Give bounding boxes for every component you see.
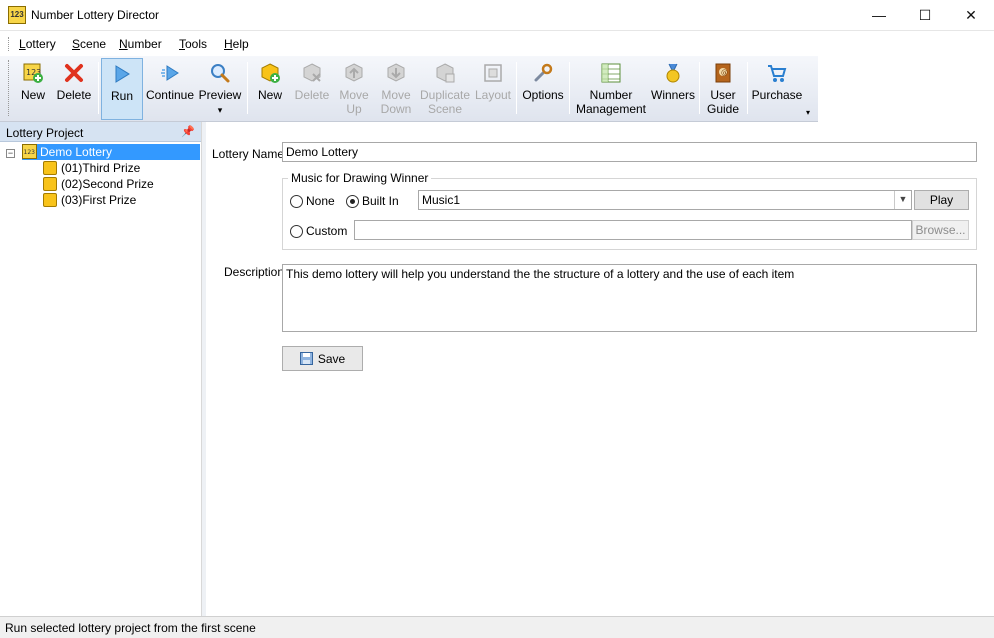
lottery-icon: 123: [22, 144, 37, 159]
new-lottery-button[interactable]: 123 New: [16, 58, 50, 120]
menu-help[interactable]: Help: [224, 37, 249, 51]
lottery-project-panel: Lottery Project 📌 − 123 Demo Lottery (01)…: [0, 122, 202, 616]
tree-item-scene[interactable]: (03)First Prize: [43, 192, 136, 208]
radio-built-in-circle[interactable]: [346, 194, 359, 208]
menu-tools[interactable]: Tools: [179, 37, 207, 51]
continue-icon: [161, 65, 179, 81]
music-group-title: Music for Drawing Winner: [288, 171, 432, 185]
svg-text:123: 123: [24, 149, 36, 156]
toolbar-separator: [516, 62, 517, 114]
tree-item-demo-lottery[interactable]: 123 Demo Lottery: [22, 144, 200, 160]
app-icon: 123: [8, 6, 26, 24]
move-up-icon: [345, 63, 363, 82]
preview-dropdown-arrow[interactable]: ▾: [218, 105, 223, 115]
pin-icon[interactable]: 📌: [181, 125, 195, 138]
user-guide-button[interactable]: @ User Guide: [703, 58, 743, 120]
close-button[interactable]: ✕: [948, 0, 994, 30]
duplicate-scene-icon: [436, 63, 455, 83]
chevron-down-icon[interactable]: ▼: [894, 191, 911, 209]
scene-icon: [43, 177, 57, 191]
toolbar-grip[interactable]: [8, 60, 11, 116]
book-icon: @: [715, 63, 731, 83]
new-lottery-icon: 123: [23, 63, 43, 83]
delete-scene-button[interactable]: Delete: [292, 58, 332, 120]
magnifier-icon: [211, 64, 230, 83]
floppy-disk-icon: [299, 352, 313, 365]
new-scene-icon: [261, 63, 280, 83]
toolbar-overflow-button[interactable]: ▾: [806, 108, 810, 117]
layout-icon: [484, 64, 502, 82]
tree-item-scene[interactable]: (02)Second Prize: [43, 176, 154, 192]
status-bar: Run selected lottery project from the fi…: [0, 616, 994, 638]
maximize-button[interactable]: ☐: [902, 0, 948, 30]
duplicate-scene-button[interactable]: Duplicate Scene: [418, 58, 472, 120]
number-table-icon: [601, 63, 621, 83]
menu-lottery[interactable]: Lottery: [19, 37, 56, 51]
purchase-button[interactable]: Purchase: [751, 58, 803, 120]
tree-item-scene[interactable]: (01)Third Prize: [43, 160, 140, 176]
wrench-icon: [534, 63, 553, 82]
radio-custom[interactable]: Custom: [290, 224, 347, 238]
tree-collapse-toggle[interactable]: −: [6, 149, 15, 158]
title-bar: 123 Number Lottery Director — ☐ ✕: [0, 0, 994, 31]
description-label: Description: [224, 265, 285, 279]
svg-text:@: @: [721, 69, 728, 77]
browse-button[interactable]: Browse...: [912, 220, 969, 240]
move-down-button[interactable]: Move Down: [377, 58, 415, 120]
lottery-name-label: Lottery Name: [212, 147, 285, 161]
menu-scene[interactable]: Scene: [72, 37, 106, 51]
radio-custom-circle[interactable]: [290, 224, 303, 238]
panel-title: Lottery Project: [6, 126, 84, 140]
scene-icon: [43, 193, 57, 207]
new-scene-button[interactable]: New: [253, 58, 287, 120]
toolbar-separator: [699, 62, 700, 114]
toolbar-empty-area: [818, 56, 994, 122]
scene-icon: [43, 161, 57, 175]
toolbar-separator: [747, 62, 748, 114]
preview-button[interactable]: Preview ▾: [198, 58, 242, 120]
winners-button[interactable]: Winners: [651, 58, 695, 120]
music-select[interactable]: Music1 ▼: [418, 190, 912, 210]
medal-icon: [666, 63, 680, 83]
options-button[interactable]: Options: [520, 58, 566, 120]
layout-button[interactable]: Layout: [474, 58, 512, 120]
continue-button[interactable]: Continue: [145, 58, 195, 120]
panel-header: Lottery Project 📌: [0, 122, 201, 142]
number-management-button[interactable]: Number Management: [573, 58, 649, 120]
delete-scene-icon: [303, 63, 321, 82]
save-button[interactable]: Save: [282, 346, 363, 371]
minimize-button[interactable]: —: [856, 0, 902, 30]
status-text: Run selected lottery project from the fi…: [5, 621, 256, 635]
radio-none[interactable]: None: [290, 194, 335, 208]
play-button[interactable]: Play: [914, 190, 969, 210]
play-icon: [115, 65, 130, 83]
delete-lottery-button[interactable]: Delete: [54, 58, 94, 120]
description-textarea[interactable]: This demo lottery will help you understa…: [282, 264, 977, 332]
custom-music-path-input[interactable]: [354, 220, 912, 240]
toolbar-separator: [247, 62, 248, 114]
radio-built-in[interactable]: Built In: [346, 194, 399, 208]
delete-icon: [65, 64, 83, 82]
lottery-name-input[interactable]: Demo Lottery: [282, 142, 977, 162]
menu-number[interactable]: Number: [119, 37, 162, 51]
toolbar-separator: [98, 62, 99, 114]
shopping-cart-icon: [768, 65, 787, 82]
move-down-icon: [387, 63, 405, 82]
move-up-button[interactable]: Move Up: [336, 58, 372, 120]
toolbar-separator: [569, 62, 570, 114]
window-title: Number Lottery Director: [31, 8, 160, 22]
lottery-properties-form: Lottery Name Demo Lottery Music for Draw…: [206, 122, 994, 616]
toolbar: 123 New Delete Run Continue Preview ▾ Ne…: [0, 56, 818, 122]
run-button[interactable]: Run: [101, 58, 143, 120]
menu-bar: Lottery Scene Number Tools Help: [0, 31, 994, 56]
menu-grip[interactable]: [8, 37, 11, 51]
radio-none-circle[interactable]: [290, 194, 303, 208]
